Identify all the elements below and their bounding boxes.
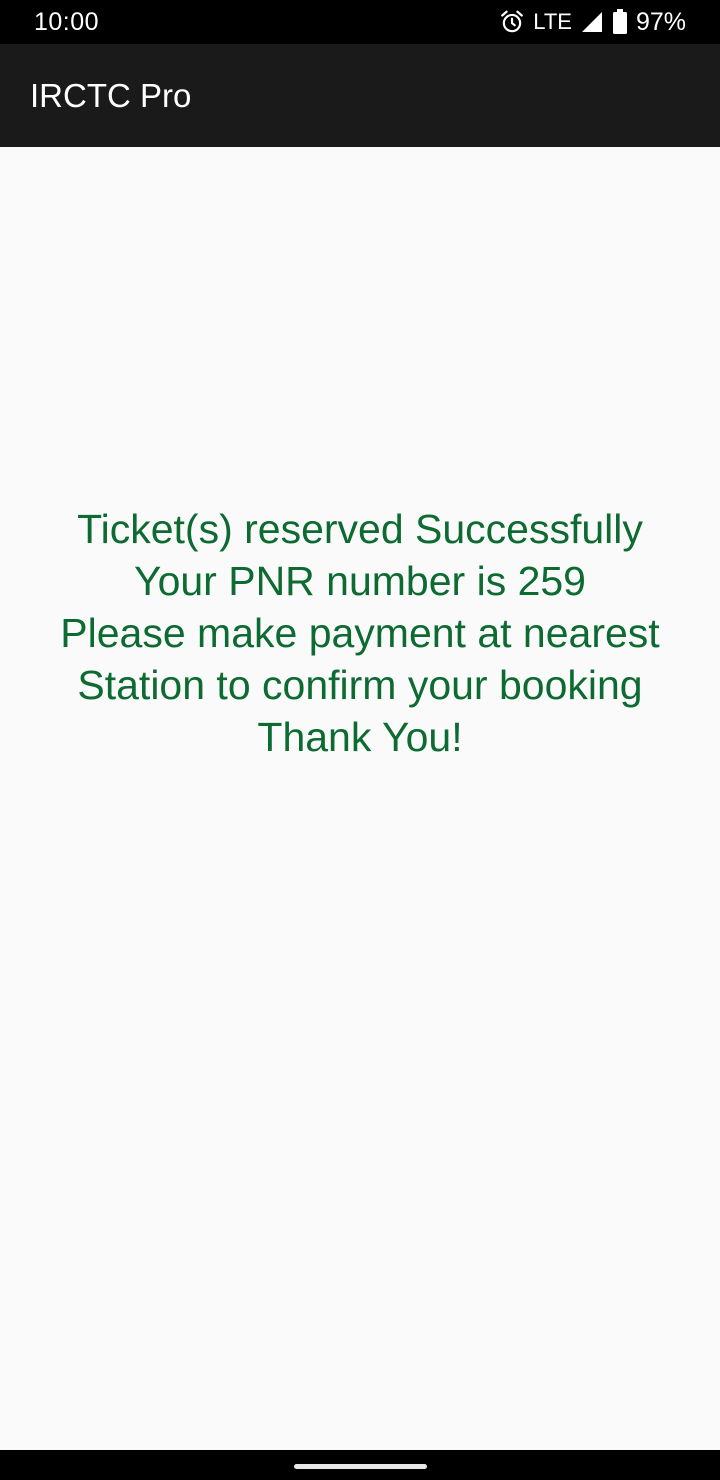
message-line-pnr: Your PNR number is 259 bbox=[133, 558, 586, 604]
message-line-payment: Please make payment at nearest bbox=[60, 610, 660, 656]
status-indicators: LTE 97% bbox=[499, 8, 686, 37]
confirmation-screen: Ticket(s) reserved Successfully Your PNR… bbox=[0, 147, 720, 1450]
message-line-confirm: Station to confirm your booking bbox=[77, 662, 643, 708]
status-time: 10:00 bbox=[34, 7, 100, 36]
navigation-bar bbox=[0, 1450, 720, 1480]
alarm-icon bbox=[499, 9, 525, 35]
home-gesture-handle[interactable] bbox=[294, 1464, 427, 1469]
message-line-thanks: Thank You! bbox=[257, 714, 463, 760]
status-bar: 10:00 LTE 97% bbox=[0, 0, 720, 44]
battery-percentage: 97% bbox=[635, 7, 686, 36]
network-type: LTE bbox=[533, 9, 572, 34]
app-title: IRCTC Pro bbox=[30, 76, 192, 114]
message-line-success: Ticket(s) reserved Successfully bbox=[77, 506, 643, 552]
signal-icon bbox=[580, 10, 604, 34]
app-bar: IRCTC Pro bbox=[0, 44, 720, 147]
battery-icon bbox=[612, 9, 628, 35]
confirmation-message: Ticket(s) reserved Successfully Your PNR… bbox=[0, 503, 720, 763]
